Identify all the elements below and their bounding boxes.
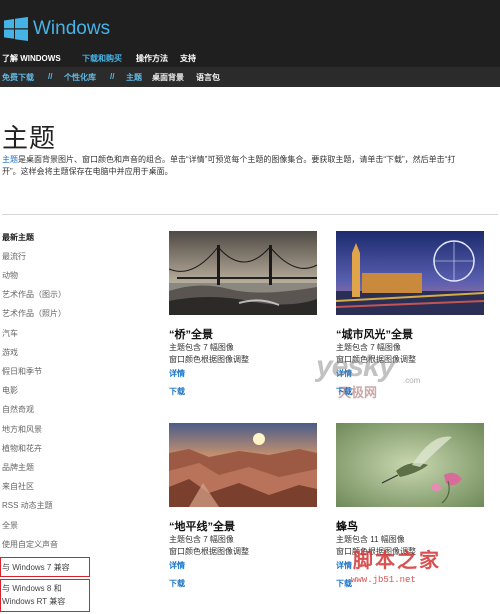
sidebar-item-games[interactable]: 游戏 [2,347,18,358]
sidebar-item-art-illustration[interactable]: 艺术作品（图示） [2,289,66,300]
highlight-box-windows7 [0,557,90,577]
sidebar-item-holidays[interactable]: 假日和季节 [2,366,42,377]
breadcrumb-separator: // [48,72,53,81]
yesky-watermark: yesky [316,350,395,383]
sidebar-item-natural-wonders[interactable]: 自然奇观 [2,404,34,415]
subnav-personalization[interactable]: 个性化库 [64,72,96,83]
nav-how-to[interactable]: 操作方法 [136,53,168,64]
sidebar-item-community[interactable]: 来自社区 [2,481,34,492]
page-description: 主题是桌面背景图片、窗口颜色和声音的组合。单击“详情”可预览每个主题的图像集合。… [2,154,494,178]
subnav-language-packs[interactable]: 语言包 [196,72,220,83]
brand-name[interactable]: Windows [33,17,110,41]
theme-color-note: 窗口颜色根据图像调整 [169,547,249,556]
subnav-free-downloads[interactable]: 免费下载 [2,72,34,83]
subnav-themes[interactable]: 主题 [126,72,142,83]
nav-download-buy[interactable]: 下载和购买 [82,53,122,64]
jb51-watermark-url: www.jb51.net [351,575,416,585]
description-line-2: 开”。这样会将主题保存在电脑中并应用于桌面。 [2,167,173,176]
jb51-watermark: 脚本之家 [353,550,441,572]
theme-title[interactable]: 蜂鸟 [336,518,358,534]
nav-support[interactable]: 支持 [180,53,196,64]
theme-title[interactable]: “桥”全景 [169,326,213,342]
sidebar-item-custom-sounds[interactable]: 使用自定义声音 [2,539,58,550]
sidebar-item-latest[interactable]: 最新主题 [2,232,34,243]
themes-link[interactable]: 主题 [2,155,18,164]
theme-title[interactable]: “城市风光”全景 [336,326,413,342]
theme-image-count: 主题包含 7 幅图像 [169,343,234,352]
main-nav: 了解 WINDOWS 下载和购买 操作方法 支持 [0,50,500,67]
sidebar-item-movies[interactable]: 电影 [2,385,18,396]
sidebar-item-places[interactable]: 地方和风景 [2,424,42,435]
windows-logo-icon[interactable] [4,17,28,41]
yesky-watermark-domain: .com [403,376,421,385]
subnav-desktop-backgrounds[interactable]: 桌面背景 [152,72,184,83]
yesky-watermark-cn: 天极网 [338,385,378,400]
theme-thumbnail-bridge[interactable] [169,231,317,315]
sub-nav: 免费下载 // 个性化库 // 主题 桌面背景 语言包 [0,67,500,87]
sidebar-item-brands[interactable]: 品牌主题 [2,462,34,473]
divider [2,214,498,215]
theme-thumbnail-horizon[interactable] [169,423,317,507]
site-header: Windows 了解 WINDOWS 下载和购买 操作方法 支持 [0,0,500,67]
download-link[interactable]: 下载 [336,578,352,589]
details-link[interactable]: 详情 [169,560,185,571]
description-line-1: 主题是桌面背景图片、窗口颜色和声音的组合。单击“详情”可预览每个主题的图像集合。… [2,154,494,166]
details-link[interactable]: 详情 [336,560,352,571]
nav-learn-windows[interactable]: 了解 WINDOWS [2,53,61,64]
breadcrumb-separator: // [110,72,115,81]
theme-thumbnail-cityscape[interactable] [336,231,484,315]
sidebar-item-plants[interactable]: 植物和花卉 [2,443,42,454]
sidebar-item-panoramic[interactable]: 全景 [2,520,18,531]
theme-thumbnail-hummingbird[interactable] [336,423,484,507]
theme-card-bridge: “桥”全景 主题包含 7 幅图像 窗口颜色根据图像调整 详情 下载 [169,231,319,401]
highlight-box-windows8 [0,579,90,612]
sidebar-item-art-photo[interactable]: 艺术作品（照片） [2,308,66,319]
page-title: 主题 [2,123,57,153]
theme-card-horizon: “地平线”全景 主题包含 7 幅图像 窗口颜色根据图像调整 详情 下载 [169,423,319,593]
download-link[interactable]: 下载 [169,386,185,397]
theme-title[interactable]: “地平线”全景 [169,518,235,534]
sidebar-item-rss[interactable]: RSS 动态主题 [2,500,53,511]
description-text: 是桌面背景图片、窗口颜色和声音的组合。单击“详情”可预览每个主题的图像集合。要获… [18,155,456,164]
download-link[interactable]: 下载 [169,578,185,589]
sidebar-item-animals[interactable]: 动物 [2,270,18,281]
details-link[interactable]: 详情 [169,368,185,379]
sidebar-item-cars[interactable]: 汽车 [2,328,18,339]
sidebar-item-popular[interactable]: 最流行 [2,251,26,262]
theme-color-note: 窗口颜色根据图像调整 [169,355,249,364]
theme-image-count: 主题包含 7 幅图像 [169,535,234,544]
